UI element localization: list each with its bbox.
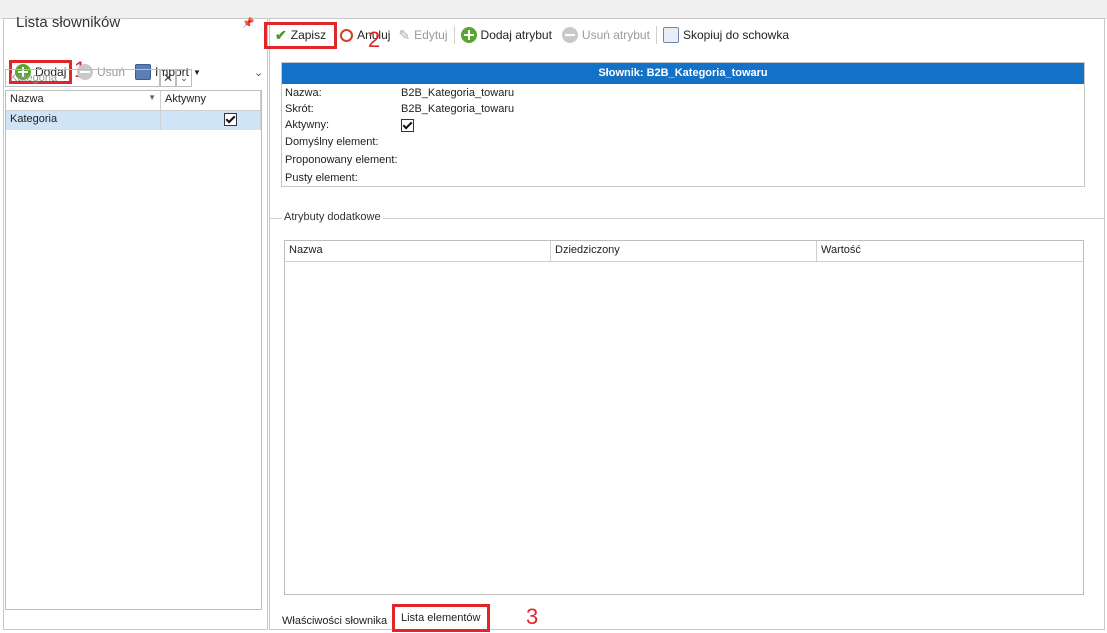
active-checkbox[interactable] xyxy=(224,113,237,126)
main-toolbar: ✔ Zapisz Anuluj ✎ Edytuj Dodaj atrybut U… xyxy=(263,21,789,49)
pencil-icon: ✎ xyxy=(398,26,411,43)
column-header-active[interactable]: Aktywny xyxy=(161,91,261,110)
column-header-name[interactable]: Nazwa xyxy=(285,241,551,261)
filter-input[interactable]: Kategoria xyxy=(5,69,160,87)
attributes-divider xyxy=(270,218,1104,219)
clipboard-icon xyxy=(662,27,679,43)
field-label-active: Aktywny: xyxy=(285,119,330,131)
dictionary-header: Słownik: B2B_Kategoria_towaru xyxy=(282,63,1084,84)
table-row[interactable]: Kategoria xyxy=(6,111,261,130)
chevron-down-icon[interactable]: ⌄ xyxy=(254,66,263,79)
column-header-inherited[interactable]: Dziedziczony xyxy=(551,241,817,261)
row-active-cell xyxy=(161,111,261,130)
field-active-checkbox[interactable] xyxy=(401,119,414,135)
cancel-icon xyxy=(340,28,354,42)
marker-3: 3 xyxy=(526,604,539,629)
dropdown-arrow-icon: ▼ xyxy=(193,67,201,77)
toolbar-separator xyxy=(453,26,455,44)
grid-header: Nazwa ▼ Aktywny xyxy=(6,91,261,111)
tab-dictionary-properties[interactable]: Właściwości słownika xyxy=(282,615,387,627)
window-top-strip xyxy=(0,0,1107,19)
toolbar-separator xyxy=(655,26,657,44)
copy-to-clipboard-button[interactable]: Skopiuj do schowka xyxy=(662,27,789,43)
field-value-shortcut: B2B_Kategoria_towaru xyxy=(401,103,515,115)
tab-elements-list[interactable]: Lista elementów xyxy=(392,604,490,632)
checkmark-icon: ✔ xyxy=(275,26,287,43)
remove-attribute-button[interactable]: Usuń atrybut xyxy=(561,27,650,43)
minus-circle-icon xyxy=(561,27,578,43)
clear-filter-icon[interactable]: ✕ xyxy=(160,69,176,87)
dictionary-info-box: Słownik: B2B_Kategoria_towaru Nazwa: B2B… xyxy=(281,62,1085,187)
field-value-name: B2B_Kategoria_towaru xyxy=(401,87,515,99)
attributes-title: Atrybuty dodatkowe xyxy=(282,211,383,223)
column-header-value[interactable]: Wartość xyxy=(817,241,1083,261)
plus-circle-icon xyxy=(460,27,477,43)
field-label-proposed: Proponowany element: xyxy=(285,154,398,166)
field-label-shortcut: Skrót: xyxy=(285,103,314,115)
marker-2: 2 xyxy=(368,27,381,52)
cancel-button[interactable]: Anuluj xyxy=(340,28,390,42)
pin-icon[interactable]: 📌 xyxy=(242,18,254,29)
field-label-name: Nazwa: xyxy=(285,87,322,99)
save-button[interactable]: ✔ Zapisz xyxy=(263,21,338,49)
field-label-empty: Pusty element: xyxy=(285,172,358,184)
add-attribute-button[interactable]: Dodaj atrybut xyxy=(460,27,552,43)
field-label-default: Domyślny element: xyxy=(285,136,379,148)
dictionary-grid: Nazwa ▼ Aktywny Kategoria xyxy=(5,90,262,610)
panel-title: Lista słowników xyxy=(16,14,121,31)
attributes-grid-header: Nazwa Dziedziczony Wartość xyxy=(285,241,1083,262)
filter-dropdown-icon[interactable]: ⌄ xyxy=(176,69,192,87)
sort-arrow-icon: ▼ xyxy=(148,93,156,102)
attributes-grid: Nazwa Dziedziczony Wartość xyxy=(284,240,1084,595)
row-name: Kategoria xyxy=(6,111,161,130)
edit-button[interactable]: ✎ Edytuj xyxy=(398,27,447,44)
column-header-name[interactable]: Nazwa ▼ xyxy=(6,91,161,110)
